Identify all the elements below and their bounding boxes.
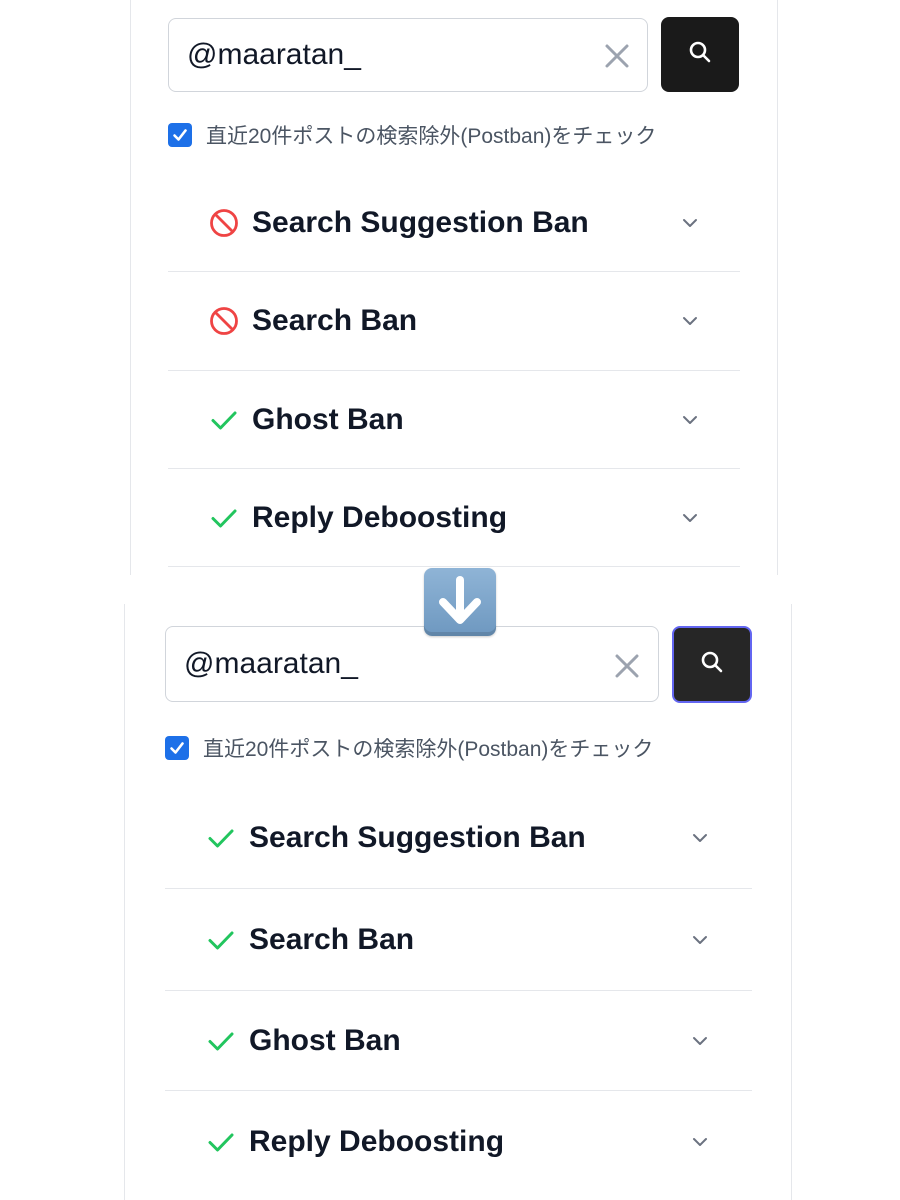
down-arrow-emoji [424,568,496,636]
chevron-down-icon[interactable] [690,1031,710,1051]
result-row-search-suggestion-ban[interactable]: Search Suggestion Ban [168,174,740,272]
postban-check-row: 直近20件ポストの検索除外(Postban)をチェック [165,733,653,763]
postban-check-label: 直近20件ポストの検索除外(Postban)をチェック [206,125,657,148]
result-label: Search Ban [249,922,415,956]
check-icon [205,1025,237,1057]
result-label: Reply Deboosting [249,1124,505,1158]
username-search-field[interactable]: @maaratan_ [168,18,648,92]
check-icon [205,1126,237,1158]
chevron-down-icon[interactable] [680,508,700,528]
chevron-down-icon[interactable] [690,930,710,950]
check-icon [208,502,240,534]
result-row-reply-deboosting[interactable]: Reply Deboosting [168,469,740,567]
postban-check-row: 直近20件ポストの検索除外(Postban)をチェック [168,120,656,150]
search-icon [699,649,725,680]
chevron-down-icon[interactable] [680,213,700,233]
result-label: Reply Deboosting [252,500,508,534]
username-input-value[interactable]: @maaratan_ [166,647,658,681]
postban-check-label: 直近20件ポストの検索除外(Postban)をチェック [203,738,654,761]
chevron-down-icon[interactable] [690,1132,710,1152]
result-label: Search Ban [252,304,418,337]
close-icon[interactable] [601,40,633,72]
check-icon [208,404,240,436]
result-row-search-ban[interactable]: Search Ban [168,272,740,371]
search-button[interactable] [661,17,739,92]
result-label: Search Suggestion Ban [252,205,589,239]
result-label: Search Suggestion Ban [249,821,586,854]
result-row-search-suggestion-ban[interactable]: Search Suggestion Ban [165,788,752,889]
result-row-ghost-ban[interactable]: Ghost Ban [165,991,752,1091]
ban-icon [208,207,240,239]
result-label: Ghost Ban [249,1023,401,1057]
result-label: Ghost Ban [252,402,404,436]
username-input-value[interactable]: @maaratan_ [169,38,647,72]
username-search-field[interactable]: @maaratan_ [165,626,659,702]
chevron-down-icon[interactable] [690,828,710,848]
result-panel-before: @maaratan_ 直近20件ポストの検索除外(Postban)をチェック S… [130,0,778,575]
postban-checkbox[interactable] [165,736,189,760]
result-row-ghost-ban[interactable]: Ghost Ban [168,371,740,469]
ban-icon [208,305,240,337]
check-icon [205,924,237,956]
result-panel-after: @maaratan_ 直近20件ポストの検索除外(Postban)をチェック S… [124,604,792,1200]
chevron-down-icon[interactable] [680,410,700,430]
result-row-search-ban[interactable]: Search Ban [165,889,752,991]
search-icon [687,39,713,70]
result-row-reply-deboosting[interactable]: Reply Deboosting [165,1091,752,1192]
close-icon[interactable] [611,650,643,682]
search-button[interactable] [672,626,752,703]
postban-checkbox[interactable] [168,123,192,147]
check-icon [205,822,237,854]
chevron-down-icon[interactable] [680,311,700,331]
